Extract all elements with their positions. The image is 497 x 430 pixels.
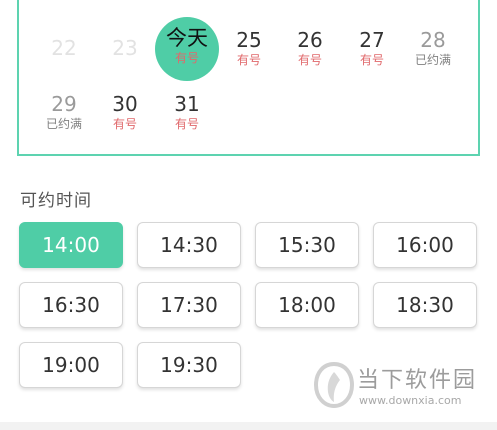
- day-25[interactable]: 25 有号: [218, 28, 280, 68]
- day-status: 有号: [112, 117, 137, 131]
- day-number: 29: [51, 92, 77, 116]
- day-number: 25: [236, 28, 262, 52]
- time-slot-1730[interactable]: 17:30: [137, 282, 241, 328]
- day-28[interactable]: 28 已约满: [402, 28, 464, 68]
- day-27[interactable]: 27 有号: [341, 28, 403, 68]
- day-26[interactable]: 26 有号: [279, 28, 341, 68]
- time-slot-1830[interactable]: 18:30: [373, 282, 477, 328]
- day-status: 有号: [174, 117, 199, 131]
- day-number: 今天: [166, 26, 208, 50]
- bottom-divider: [0, 422, 497, 430]
- time-slot-1400[interactable]: 14:00: [19, 222, 123, 268]
- watermark-url: www.downxia.com: [359, 394, 462, 407]
- day-today[interactable]: 今天 有号: [156, 26, 218, 66]
- date-calendar: 22 23 今天 有号 25 有号 26 有号 27 有号 28 已约满 29 …: [17, 0, 480, 156]
- day-31[interactable]: 31 有号: [156, 92, 218, 132]
- watermark-name: 当下软件园: [357, 368, 478, 393]
- downxia-logo-icon: [313, 361, 355, 409]
- day-number: 31: [174, 92, 200, 116]
- day-23: 23: [94, 36, 156, 60]
- time-slot-1600[interactable]: 16:00: [373, 222, 477, 268]
- time-slot-1800[interactable]: 18:00: [255, 282, 359, 328]
- day-22: 22: [33, 36, 95, 60]
- day-status: 有号: [236, 53, 261, 67]
- time-slot-1630[interactable]: 16:30: [19, 282, 123, 328]
- day-status: 有号: [359, 53, 384, 67]
- day-30[interactable]: 30 有号: [94, 92, 156, 132]
- time-slot-1530[interactable]: 15:30: [255, 222, 359, 268]
- day-status: 已约满: [414, 53, 451, 67]
- time-slot-1900[interactable]: 19:00: [19, 342, 123, 388]
- watermark: 当下软件园 www.downxia.com: [312, 360, 482, 416]
- day-status: 有号: [174, 51, 199, 65]
- day-number: 28: [420, 28, 446, 52]
- day-number: 23: [112, 36, 138, 60]
- day-number: 30: [112, 92, 138, 116]
- time-slot-1930[interactable]: 19:30: [137, 342, 241, 388]
- day-status: 有号: [297, 53, 322, 67]
- day-status: 已约满: [45, 117, 82, 131]
- day-number: 26: [297, 28, 323, 52]
- day-number: 22: [51, 36, 77, 60]
- available-times-title: 可约时间: [20, 191, 92, 211]
- day-number: 27: [359, 28, 385, 52]
- day-29[interactable]: 29 已约满: [33, 92, 95, 132]
- time-slot-1430[interactable]: 14:30: [137, 222, 241, 268]
